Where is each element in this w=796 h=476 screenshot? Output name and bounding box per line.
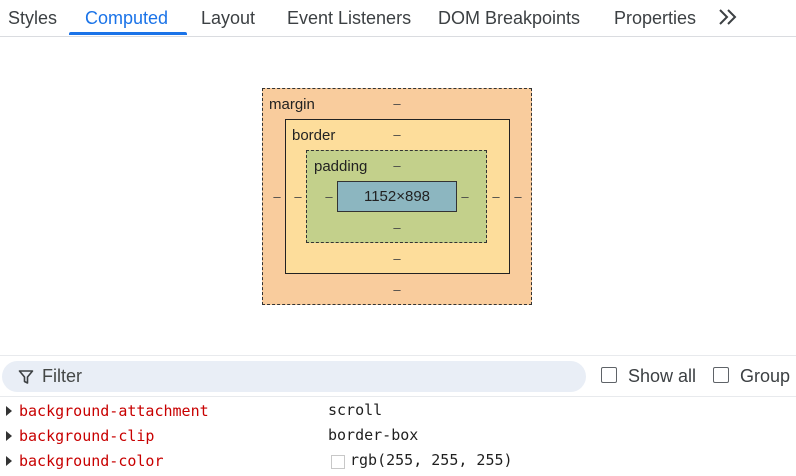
divider	[0, 355, 796, 356]
filter-placeholder: Filter	[42, 366, 82, 386]
padding-label: padding	[314, 158, 368, 175]
border-left-value[interactable]: –	[292, 189, 304, 204]
expand-triangle-icon[interactable]	[6, 456, 12, 466]
group-checkbox[interactable]	[713, 367, 729, 383]
show-all-label[interactable]: Show all	[628, 366, 696, 387]
box-model-diagram: margin – – – – border – – – – padding – …	[0, 37, 796, 355]
show-all-checkbox[interactable]	[601, 367, 617, 383]
margin-left-value[interactable]: –	[271, 189, 283, 204]
divider	[0, 396, 796, 397]
computed-property-row[interactable]: background-clip border-box	[0, 425, 796, 450]
tab-properties[interactable]: Properties	[614, 0, 696, 36]
padding-top-value[interactable]: –	[391, 158, 403, 173]
tab-computed[interactable]: Computed	[85, 0, 168, 36]
border-right-value[interactable]: –	[490, 189, 502, 204]
tab-event-listeners[interactable]: Event Listeners	[287, 0, 411, 36]
expand-triangle-icon[interactable]	[6, 431, 12, 441]
expand-triangle-icon[interactable]	[6, 406, 12, 416]
color-swatch[interactable]	[331, 455, 345, 469]
padding-bottom-value[interactable]: –	[391, 220, 403, 235]
tab-dom-breakpoints[interactable]: DOM Breakpoints	[438, 0, 580, 36]
property-name: background-clip	[19, 427, 155, 445]
border-bottom-value[interactable]: –	[391, 251, 403, 266]
tab-styles[interactable]: Styles	[8, 0, 57, 36]
margin-top-value[interactable]: –	[391, 96, 403, 111]
filter-input[interactable]: Filter	[2, 361, 586, 392]
group-label[interactable]: Group	[740, 366, 790, 387]
tab-layout[interactable]: Layout	[201, 0, 255, 36]
padding-right-value[interactable]: –	[459, 189, 471, 204]
margin-bottom-value[interactable]: –	[391, 282, 403, 297]
property-value: border-box	[328, 426, 419, 444]
margin-label: margin	[269, 96, 315, 113]
chevron-double-right-icon[interactable]	[716, 7, 740, 27]
active-tab-indicator	[69, 32, 187, 35]
property-value: rgb(255, 255, 255)	[350, 451, 513, 469]
padding-left-value[interactable]: –	[323, 189, 335, 204]
filter-icon	[18, 370, 34, 384]
border-top-value[interactable]: –	[391, 127, 403, 142]
computed-property-row[interactable]: background-attachment scroll	[0, 400, 796, 425]
border-label: border	[292, 127, 336, 144]
panel-tab-bar: Styles Computed Layout Event Listeners D…	[0, 0, 796, 37]
margin-right-value[interactable]: –	[512, 189, 524, 204]
property-name: background-attachment	[19, 402, 209, 420]
content-size[interactable]: 1152×898	[337, 181, 457, 212]
computed-property-row[interactable]: background-color rgb(255, 255, 255)	[0, 450, 796, 475]
property-name: background-color	[19, 452, 164, 470]
property-value: scroll	[328, 401, 383, 419]
